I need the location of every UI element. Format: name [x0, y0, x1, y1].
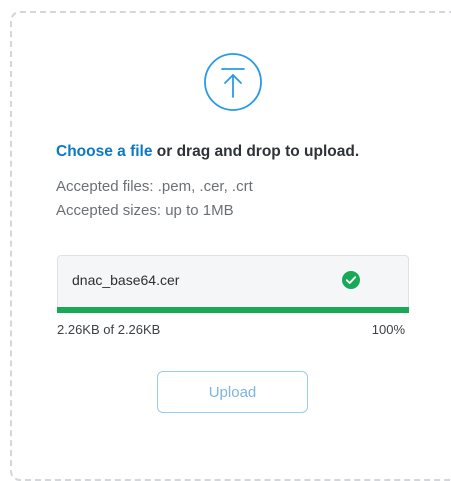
upload-prompt-text: or drag and drop to upload. [152, 143, 360, 160]
accepted-files-text: Accepted files: .pem, .cer, .crt [56, 178, 253, 195]
upload-progress-fill [57, 307, 409, 313]
choose-file-link[interactable]: Choose a file [56, 143, 152, 160]
upload-percent-text: 100% [371, 322, 405, 337]
upload-prompt: Choose a file or drag and drop to upload… [56, 143, 359, 161]
upload-icon[interactable] [203, 52, 263, 112]
check-circle-icon [342, 271, 360, 289]
file-name: dnac_base64.cer [72, 272, 180, 288]
upload-size-text: 2.26KB of 2.26KB [57, 322, 161, 337]
upload-button[interactable]: Upload [157, 371, 308, 413]
uploaded-file-card: dnac_base64.cer [57, 255, 409, 313]
upload-progress-bar [57, 307, 409, 313]
accepted-sizes-text: Accepted sizes: up to 1MB [56, 202, 234, 219]
